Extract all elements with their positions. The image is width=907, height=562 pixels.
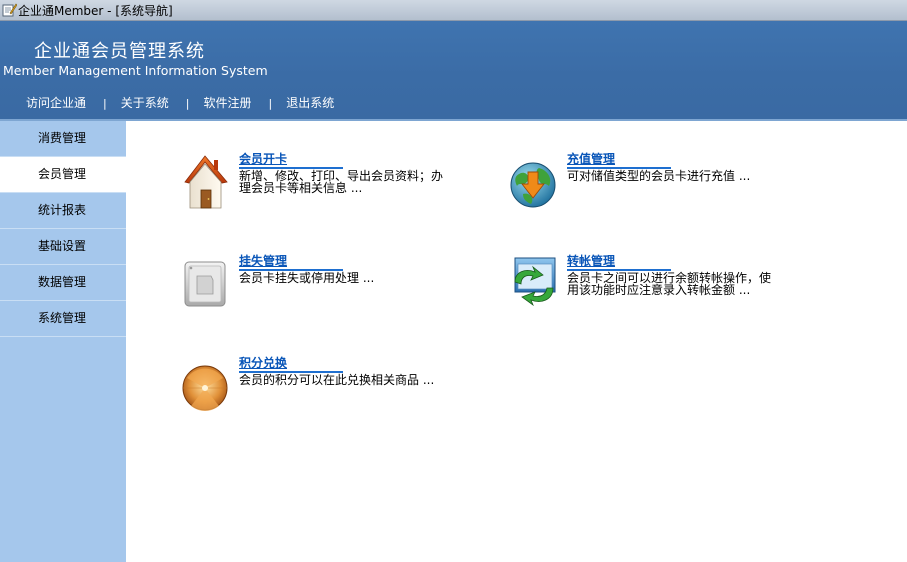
globe-download-icon[interactable]	[509, 152, 559, 212]
sidebar-item-reports[interactable]: 统计报表	[0, 193, 126, 229]
nav-separator: |	[103, 97, 107, 110]
card-description: 新增、修改、打印、导出会员资料；办理会员卡等相关信息 ...	[239, 169, 444, 195]
app-title: 企业通会员管理系统	[34, 41, 205, 62]
nav-about-link[interactable]: 关于系统	[121, 96, 169, 110]
card-title[interactable]: 积分兑换	[239, 356, 343, 373]
card-report-loss: 挂失管理 会员卡挂失或停用处理 ...	[181, 254, 481, 314]
sidebar: 消费管理 会员管理 统计报表 基础设置 数据管理 系统管理	[0, 121, 126, 562]
window-title: 企业通Member - [系统导航]	[18, 4, 173, 18]
house-icon[interactable]	[181, 152, 231, 212]
card-description: 可对储值类型的会员卡进行充值 ...	[567, 169, 751, 183]
top-nav: 访问企业通 | 关于系统 | 软件注册 | 退出系统	[26, 94, 334, 110]
card-title[interactable]: 挂失管理	[239, 254, 343, 271]
app-header: 企业通会员管理系统 Member Management Information …	[0, 21, 907, 119]
card-points-exchange: 积分兑换 会员的积分可以在此兑换相关商品 ...	[181, 356, 481, 416]
sidebar-item-basic-settings[interactable]: 基础设置	[0, 229, 126, 265]
card-description: 会员的积分可以在此兑换相关商品 ...	[239, 373, 435, 387]
card-open-card: 会员开卡 新增、修改、打印、导出会员资料；办理会员卡等相关信息 ...	[181, 152, 481, 212]
nav-separator: |	[268, 97, 273, 110]
transfer-icon[interactable]	[509, 254, 559, 314]
card-recharge: 充值管理 可对储值类型的会员卡进行充值 ...	[509, 152, 809, 212]
nav-visit-link[interactable]: 访问企业通	[26, 96, 86, 110]
nav-register-link[interactable]: 软件注册	[203, 96, 251, 110]
main-panel: 会员开卡 新增、修改、打印、导出会员资料；办理会员卡等相关信息 ... 充值管理…	[126, 121, 907, 562]
card-title[interactable]: 会员开卡	[239, 152, 343, 169]
sidebar-item-system[interactable]: 系统管理	[0, 301, 126, 337]
app-icon	[2, 3, 17, 17]
app-subtitle: Member Management Information System	[3, 63, 268, 78]
sidebar-item-consumption[interactable]: 消费管理	[0, 121, 126, 157]
card-transfer: 转帐管理 会员卡之间可以进行余额转帐操作，使用该功能时应注意录入转帐金额 ...	[509, 254, 809, 314]
card-title[interactable]: 转帐管理	[567, 254, 671, 271]
sidebar-item-members[interactable]: 会员管理	[0, 157, 126, 193]
card-title[interactable]: 充值管理	[567, 152, 671, 169]
card-description: 会员卡之间可以进行余额转帐操作，使用该功能时应注意录入转帐金额 ...	[567, 271, 772, 297]
card-lock-icon[interactable]	[181, 254, 231, 314]
nav-separator: |	[185, 97, 190, 110]
window-titlebar: 企业通Member - [系统导航]	[0, 0, 907, 21]
sidebar-item-data[interactable]: 数据管理	[0, 265, 126, 301]
card-description: 会员卡挂失或停用处理 ...	[239, 271, 375, 285]
points-exchange-icon[interactable]	[181, 356, 231, 416]
nav-exit-link[interactable]: 退出系统	[286, 96, 334, 110]
